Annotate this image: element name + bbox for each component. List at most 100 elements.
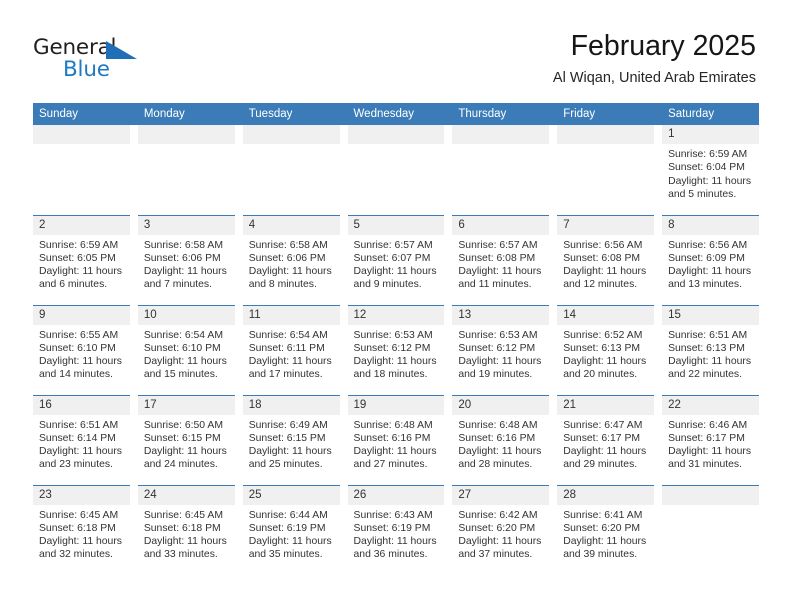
column-separator (654, 485, 663, 575)
general-blue-logo[interactable]: General Blue (33, 37, 163, 87)
column-separator (549, 215, 558, 305)
sunrise-text: Sunrise: 6:54 AM (248, 329, 328, 341)
calendar-week-row: 1 Sunrise: 6:59 AM Sunset: 6:04 PM Daylight… (33, 125, 759, 215)
calendar-week-row: 2 Sunrise: 6:59 AM Sunset: 6:05 PM Daylight… (33, 214, 759, 305)
column-separator (234, 485, 243, 575)
sunrise-text: Sunrise: 6:55 AM (39, 329, 119, 341)
day-number: 16 (33, 395, 130, 415)
calendar-day-cell[interactable]: 25 Sunrise: 6:44 AM Sunset: 6:19 PM Dayligh… (242, 484, 340, 575)
calendar-week-row: 16 Sunrise: 6:51 AM Sunset: 6:14 PM Dayligh… (33, 394, 759, 485)
weekday-header-thursday: Thursday (452, 103, 550, 125)
sunset-text: Sunset: 6:19 PM (248, 522, 326, 534)
day-number: 17 (137, 395, 235, 415)
day-number: 15 (662, 305, 759, 325)
daylight-text: Daylight: 11 hours and 8 minutes. (248, 266, 332, 291)
day-details: Sunrise: 6:43 AM Sunset: 6:19 PM Daylight:… (348, 505, 445, 562)
sunrise-text: Sunrise: 6:56 AM (563, 239, 643, 251)
calendar-day-cell[interactable]: 27 Sunrise: 6:42 AM Sunset: 6:20 PM Dayligh… (452, 484, 550, 575)
day-details: Sunrise: 6:52 AM Sunset: 6:13 PM Daylight:… (557, 325, 654, 382)
sunset-text: Sunset: 6:10 PM (39, 342, 116, 354)
daylight-text: Daylight: 11 hours and 25 minutes. (248, 446, 332, 471)
calendar-day-cell-empty (452, 125, 550, 215)
sunrise-text: Sunrise: 6:48 AM (353, 419, 433, 431)
day-number (452, 125, 550, 144)
column-separator (234, 103, 243, 125)
column-separator (339, 125, 348, 215)
day-number (662, 485, 759, 505)
calendar-day-cell[interactable]: 13 Sunrise: 6:53 AM Sunset: 6:12 PM Dayligh… (452, 304, 550, 395)
weekday-header-friday: Friday (557, 103, 655, 125)
daylight-text: Daylight: 11 hours and 18 minutes. (353, 356, 437, 381)
day-number: 18 (242, 395, 340, 415)
daylight-text: Daylight: 11 hours and 28 minutes. (458, 446, 542, 471)
day-details: Sunrise: 6:45 AM Sunset: 6:18 PM Daylight:… (33, 505, 130, 562)
calendar-day-cell-empty (242, 125, 340, 215)
calendar-day-cell[interactable]: 14 Sunrise: 6:52 AM Sunset: 6:13 PM Dayligh… (557, 304, 655, 395)
calendar-day-cell[interactable]: 19 Sunrise: 6:48 AM Sunset: 6:16 PM Dayligh… (347, 394, 445, 485)
sunset-text: Sunset: 6:09 PM (668, 252, 745, 264)
sunset-text: Sunset: 6:17 PM (563, 432, 641, 444)
daylight-text: Daylight: 11 hours and 24 minutes. (143, 446, 227, 471)
calendar-day-cell[interactable]: 28 Sunrise: 6:41 AM Sunset: 6:20 PM Dayligh… (557, 484, 655, 575)
sunrise-text: Sunrise: 6:41 AM (563, 509, 643, 521)
column-separator (444, 395, 453, 485)
calendar-day-cell[interactable]: 18 Sunrise: 6:49 AM Sunset: 6:15 PM Dayligh… (242, 394, 340, 485)
calendar-day-cell[interactable]: 12 Sunrise: 6:53 AM Sunset: 6:12 PM Dayligh… (347, 304, 445, 395)
column-separator (444, 215, 453, 305)
sunset-text: Sunset: 6:11 PM (248, 342, 325, 354)
sunrise-text: Sunrise: 6:52 AM (563, 329, 643, 341)
calendar-day-cell[interactable]: 22 Sunrise: 6:46 AM Sunset: 6:17 PM Dayligh… (662, 394, 759, 485)
calendar-day-cell[interactable]: 9 Sunrise: 6:55 AM Sunset: 6:10 PM Daylight… (33, 304, 130, 395)
daylight-text: Daylight: 11 hours and 23 minutes. (39, 446, 122, 471)
calendar-day-cell[interactable]: 15 Sunrise: 6:51 AM Sunset: 6:13 PM Dayligh… (662, 304, 759, 395)
day-number: 23 (33, 485, 130, 505)
weekday-header-saturday: Saturday (662, 103, 759, 125)
calendar-header-row: Sunday Monday Tuesday Wednesday Thursday… (33, 103, 759, 125)
calendar-day-cell[interactable]: 17 Sunrise: 6:50 AM Sunset: 6:15 PM Dayligh… (137, 394, 235, 485)
sunset-text: Sunset: 6:12 PM (353, 342, 431, 354)
calendar-day-cell[interactable]: 6 Sunrise: 6:57 AM Sunset: 6:08 PM Daylight… (452, 214, 550, 305)
column-separator (129, 395, 138, 485)
day-number (33, 125, 130, 144)
calendar-table: Sunday Monday Tuesday Wednesday Thursday… (33, 103, 759, 575)
calendar-day-cell[interactable]: 5 Sunrise: 6:57 AM Sunset: 6:07 PM Daylight… (347, 214, 445, 305)
day-number: 19 (347, 395, 445, 415)
calendar-day-cell[interactable]: 16 Sunrise: 6:51 AM Sunset: 6:14 PM Dayligh… (33, 394, 130, 485)
calendar-page: General Blue February 2025 Al Wiqan, Uni… (0, 0, 792, 612)
calendar-day-cell[interactable]: 3 Sunrise: 6:58 AM Sunset: 6:06 PM Daylight… (137, 214, 235, 305)
day-number: 13 (452, 305, 550, 325)
calendar-day-cell[interactable]: 26 Sunrise: 6:43 AM Sunset: 6:19 PM Dayligh… (347, 484, 445, 575)
calendar-day-cell[interactable]: 21 Sunrise: 6:47 AM Sunset: 6:17 PM Dayligh… (557, 394, 655, 485)
calendar-day-cell[interactable]: 4 Sunrise: 6:58 AM Sunset: 6:06 PM Daylight… (242, 214, 340, 305)
calendar-week-row: 23 Sunrise: 6:45 AM Sunset: 6:18 PM Dayligh… (33, 484, 759, 575)
column-separator (549, 103, 558, 125)
calendar-day-cell[interactable]: 10 Sunrise: 6:54 AM Sunset: 6:10 PM Dayligh… (137, 304, 235, 395)
day-details: Sunrise: 6:56 AM Sunset: 6:09 PM Daylight:… (662, 235, 759, 292)
sunset-text: Sunset: 6:07 PM (353, 252, 431, 264)
calendar-day-cell[interactable]: 24 Sunrise: 6:45 AM Sunset: 6:18 PM Dayligh… (137, 484, 235, 575)
calendar-day-cell[interactable]: 20 Sunrise: 6:48 AM Sunset: 6:16 PM Dayligh… (452, 394, 550, 485)
day-number: 1 (662, 125, 759, 144)
day-number: 4 (242, 215, 340, 235)
day-details: Sunrise: 6:48 AM Sunset: 6:16 PM Daylight:… (452, 415, 549, 472)
calendar-day-cell[interactable]: 11 Sunrise: 6:54 AM Sunset: 6:11 PM Dayligh… (242, 304, 340, 395)
sunrise-text: Sunrise: 6:45 AM (143, 509, 223, 521)
sunrise-text: Sunrise: 6:42 AM (458, 509, 538, 521)
sunrise-text: Sunrise: 6:54 AM (143, 329, 223, 341)
calendar-day-cell[interactable]: 7 Sunrise: 6:56 AM Sunset: 6:08 PM Daylight… (557, 214, 655, 305)
day-details: Sunrise: 6:41 AM Sunset: 6:20 PM Daylight:… (557, 505, 654, 562)
day-number: 21 (557, 395, 655, 415)
column-separator (339, 395, 348, 485)
calendar-body: 1 Sunrise: 6:59 AM Sunset: 6:04 PM Daylight… (33, 125, 759, 575)
column-separator (129, 215, 138, 305)
column-separator (654, 103, 663, 125)
calendar-day-cell[interactable]: 1 Sunrise: 6:59 AM Sunset: 6:04 PM Daylight… (662, 125, 759, 215)
calendar-day-cell[interactable]: 23 Sunrise: 6:45 AM Sunset: 6:18 PM Dayligh… (33, 484, 130, 575)
day-number: 20 (452, 395, 550, 415)
daylight-text: Daylight: 11 hours and 13 minutes. (668, 266, 752, 291)
column-separator (234, 395, 243, 485)
logo-text-blue: Blue (63, 57, 110, 82)
calendar-day-cell[interactable]: 2 Sunrise: 6:59 AM Sunset: 6:05 PM Daylight… (33, 214, 130, 305)
sunrise-text: Sunrise: 6:51 AM (39, 419, 119, 431)
calendar-day-cell[interactable]: 8 Sunrise: 6:56 AM Sunset: 6:09 PM Daylight… (662, 214, 759, 305)
